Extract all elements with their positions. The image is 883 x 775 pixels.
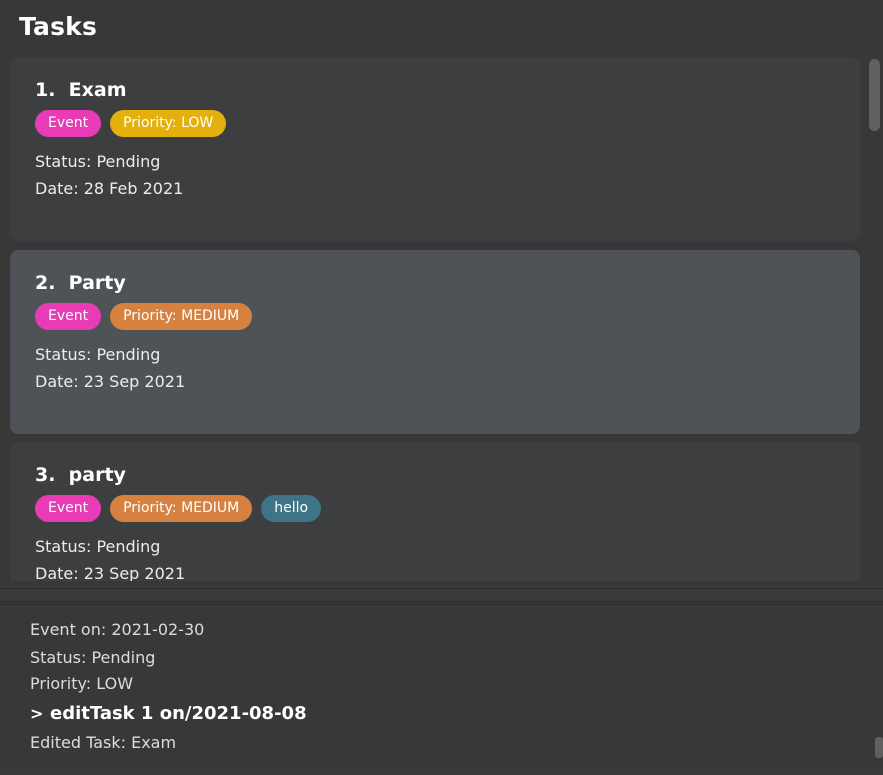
task-list-scrollbar-thumb[interactable] bbox=[869, 59, 880, 131]
result-command-text: editTask 1 on/2021-08-08 bbox=[50, 703, 307, 724]
task-date: Date: 23 Sep 2021 bbox=[35, 564, 186, 581]
task-tags: Event Priority: MEDIUM bbox=[35, 303, 253, 330]
tag-priority: Priority: MEDIUM bbox=[110, 303, 253, 330]
task-card-3[interactable]: 3. party Event Priority: MEDIUM hello St… bbox=[10, 442, 860, 581]
tag-event: Event bbox=[35, 495, 102, 522]
task-date: Date: 23 Sep 2021 bbox=[35, 372, 186, 391]
task-tags: Event Priority: MEDIUM hello bbox=[35, 495, 322, 522]
task-list-scrollbar[interactable] bbox=[866, 56, 882, 576]
tag-priority: Priority: MEDIUM bbox=[110, 495, 253, 522]
task-name: 1. Exam bbox=[35, 79, 127, 101]
task-status: Status: Pending bbox=[35, 537, 161, 556]
tag-event: Event bbox=[35, 110, 102, 137]
result-line: Priority: LOW bbox=[30, 674, 134, 693]
task-list[interactable]: 1. Exam Event Priority: LOW Status: Pend… bbox=[0, 50, 883, 581]
task-status: Status: Pending bbox=[35, 345, 161, 364]
task-date: Date: 28 Feb 2021 bbox=[35, 179, 184, 198]
result-scrollbar-thumb[interactable] bbox=[875, 737, 883, 758]
result-feedback: Edited Task: Exam bbox=[30, 733, 177, 752]
tag-priority: Priority: LOW bbox=[110, 110, 227, 137]
bottom-strip bbox=[0, 769, 883, 775]
task-card-2[interactable]: 2. Party Event Priority: MEDIUM Status: … bbox=[10, 250, 860, 434]
result-line: Status: Pending bbox=[30, 648, 156, 667]
task-manager-window: Tasks 1. Exam Event Priority: LOW Status… bbox=[0, 0, 883, 775]
tag-custom: hello bbox=[261, 495, 322, 522]
result-command-line: > editTask 1 on/2021-08-08 bbox=[30, 703, 307, 724]
tasks-panel-title: Tasks bbox=[19, 12, 98, 41]
tag-event: Event bbox=[35, 303, 102, 330]
task-name: 2. Party bbox=[35, 272, 126, 294]
split-pane-divider[interactable] bbox=[0, 588, 883, 602]
task-card-1[interactable]: 1. Exam Event Priority: LOW Status: Pend… bbox=[10, 57, 860, 241]
result-display[interactable]: Event on: 2021-02-30 Status: Pending Pri… bbox=[0, 604, 883, 769]
task-name: 3. party bbox=[35, 464, 126, 486]
chevron-right-icon: > bbox=[30, 704, 44, 723]
result-line: Event on: 2021-02-30 bbox=[30, 620, 205, 639]
task-status: Status: Pending bbox=[35, 152, 161, 171]
task-tags: Event Priority: LOW bbox=[35, 110, 227, 137]
